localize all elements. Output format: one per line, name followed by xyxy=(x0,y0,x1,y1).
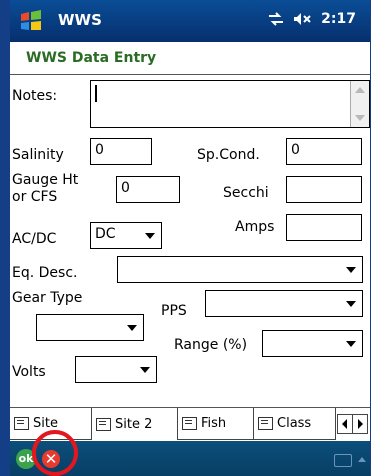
chevron-down-icon[interactable] xyxy=(346,267,356,273)
chevron-down-icon[interactable] xyxy=(127,325,137,331)
text-caret xyxy=(95,85,97,102)
chevron-up-icon[interactable] xyxy=(358,457,366,462)
title-bar: WWS 2:17 xyxy=(10,0,370,42)
form-icon xyxy=(182,417,197,430)
spcond-label: Sp.Cond. xyxy=(197,147,260,163)
app-title: WWS xyxy=(58,11,102,29)
volts-label: Volts xyxy=(12,364,46,380)
geartype-label: Gear Type xyxy=(12,290,83,306)
notes-scrollbar[interactable] xyxy=(350,81,369,127)
page-title: WWS Data Entry xyxy=(26,50,157,66)
tab-scroll-left[interactable] xyxy=(337,414,353,434)
secchi-label: Secchi xyxy=(223,185,269,201)
geartype-select[interactable] xyxy=(36,314,144,341)
acdc-select[interactable]: DC xyxy=(90,222,162,249)
tab-label: Site xyxy=(33,416,58,431)
volts-select[interactable] xyxy=(75,356,157,383)
clock[interactable]: 2:17 xyxy=(321,11,356,27)
gauge-label-line2: or CFS xyxy=(12,189,58,205)
pps-select[interactable] xyxy=(205,290,363,317)
secchi-input[interactable] xyxy=(286,176,362,203)
chevron-right-icon xyxy=(358,419,363,429)
form-icon xyxy=(14,417,29,430)
range-select[interactable] xyxy=(262,330,363,357)
tab-site-2[interactable]: Site 2 xyxy=(92,408,178,440)
tab-label: Class xyxy=(277,416,312,431)
chevron-left-icon xyxy=(342,419,347,429)
tab-label: Fish xyxy=(201,416,227,431)
form-header: WWS Data Entry xyxy=(10,42,370,75)
gauge-label-line1: Gauge Ht xyxy=(12,172,79,188)
amps-label: Amps xyxy=(235,219,275,235)
status-area[interactable]: 2:17 xyxy=(267,11,356,27)
highlight-ring xyxy=(32,430,78,476)
scroll-up-icon[interactable] xyxy=(355,87,365,93)
notes-textarea[interactable] xyxy=(90,80,370,128)
chevron-down-icon[interactable] xyxy=(145,233,155,239)
acdc-label: AC/DC xyxy=(12,231,57,247)
notes-label: Notes: xyxy=(12,88,58,104)
form-icon xyxy=(96,417,111,431)
chevron-down-icon[interactable] xyxy=(346,301,356,307)
pps-label: PPS xyxy=(161,303,187,319)
acdc-value: DC xyxy=(95,226,116,242)
speaker-muted-icon[interactable] xyxy=(293,12,313,26)
salinity-input[interactable]: 0 xyxy=(90,138,152,165)
gauge-input[interactable]: 0 xyxy=(116,176,180,203)
amps-input[interactable] xyxy=(286,214,362,241)
tab-fish[interactable]: Fish xyxy=(178,408,254,440)
tab-scroll-right[interactable] xyxy=(352,414,368,434)
chevron-down-icon[interactable] xyxy=(346,341,356,347)
chevron-down-icon[interactable] xyxy=(140,367,150,373)
tab-label: Site 2 xyxy=(115,416,153,432)
keyboard-icon[interactable] xyxy=(334,454,352,467)
connectivity-icon[interactable] xyxy=(267,12,285,26)
eqdesc-select[interactable] xyxy=(117,256,363,283)
scroll-down-icon[interactable] xyxy=(355,115,365,121)
form-icon xyxy=(258,417,273,430)
spcond-input[interactable]: 0 xyxy=(286,138,362,165)
eqdesc-label: Eq. Desc. xyxy=(12,265,78,281)
tab-class[interactable]: Class xyxy=(254,408,336,440)
windows-flag-icon[interactable] xyxy=(18,8,44,34)
app-screen: WWS 2:17 WWS Data Entry Notes: Salinity … xyxy=(10,0,370,476)
salinity-label: Salinity xyxy=(12,147,64,163)
range-label: Range (%) xyxy=(174,337,248,353)
